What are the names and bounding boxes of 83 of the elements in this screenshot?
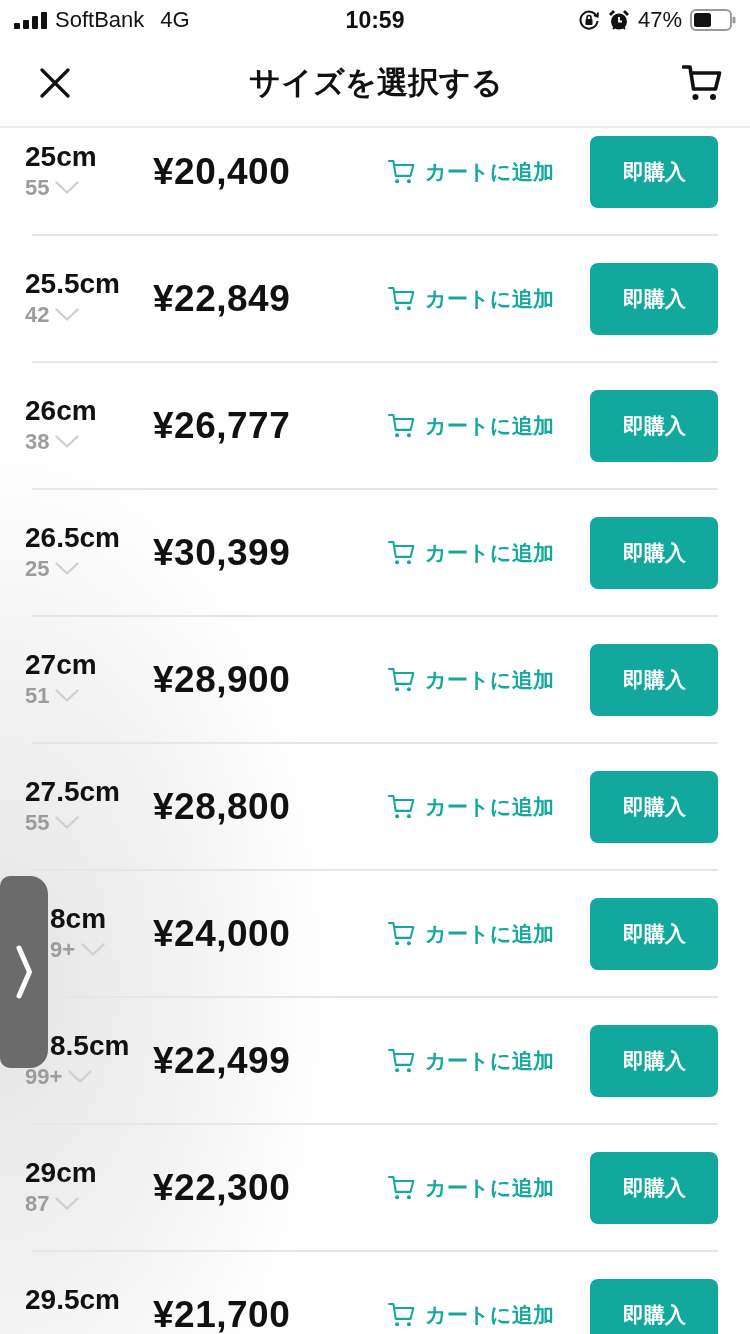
stock-count: 25 (25, 554, 50, 583)
chevron-down-icon[interactable] (55, 1197, 80, 1210)
add-to-cart-link[interactable]: カートに追加 (388, 919, 590, 948)
cart-icon (388, 285, 415, 312)
cart-icon (388, 793, 415, 820)
page-title: サイズを選択する (248, 64, 504, 102)
add-to-cart-link[interactable]: カートに追加 (388, 538, 590, 567)
cart-icon (682, 64, 722, 102)
cart-icon (388, 1047, 415, 1074)
price: ¥26,777 (153, 407, 291, 444)
price: ¥28,900 (153, 661, 291, 698)
cart-icon (388, 666, 415, 693)
price: ¥24,000 (153, 915, 291, 952)
price: ¥28,800 (153, 788, 291, 825)
chevron-right-icon (15, 944, 33, 1000)
side-handle[interactable] (0, 876, 48, 1068)
buy-now-button[interactable]: 即購入 (590, 1278, 718, 1334)
size-label: 29.5cm (25, 1283, 120, 1316)
add-to-cart-link[interactable]: カートに追加 (388, 1300, 590, 1329)
network-type: 4G (160, 7, 190, 33)
price: ¥30,399 (153, 534, 291, 571)
cart-icon (388, 920, 415, 947)
price: ¥22,849 (153, 280, 291, 317)
battery-percent: 47% (637, 7, 682, 33)
size-label: 29cm (25, 1156, 97, 1189)
buy-now-button[interactable]: 即購入 (590, 1024, 718, 1097)
buy-now-button[interactable]: 即購入 (590, 770, 718, 843)
cart-icon (388, 1301, 415, 1328)
stock-count: 42 (25, 300, 50, 329)
buy-now-button[interactable]: 即購入 (590, 516, 718, 589)
chevron-down-icon[interactable] (55, 435, 80, 448)
size-label: 27.5cm (25, 775, 120, 808)
price: ¥22,499 (153, 1042, 291, 1079)
price: ¥21,700 (153, 1296, 291, 1333)
buy-now-button[interactable]: 即購入 (590, 262, 718, 335)
size-label: 26cm (25, 394, 97, 427)
add-to-cart-link[interactable]: カートに追加 (388, 1173, 590, 1202)
cart-icon (388, 158, 415, 185)
buy-now-button[interactable]: 即購入 (590, 1151, 718, 1224)
chevron-down-icon[interactable] (55, 689, 80, 702)
add-to-cart-link[interactable]: カートに追加 (388, 157, 590, 186)
stock-count: 99+ (25, 1062, 63, 1091)
cart-icon (388, 1174, 415, 1201)
price: ¥22,300 (153, 1169, 291, 1206)
chevron-down-icon[interactable] (55, 562, 80, 575)
chevron-down-icon[interactable] (68, 1070, 93, 1083)
battery-icon (690, 9, 736, 31)
carrier-name: SoftBank (55, 7, 145, 33)
chevron-down-icon[interactable] (55, 816, 80, 829)
cart-button[interactable] (682, 64, 722, 102)
close-button[interactable] (40, 68, 70, 98)
cart-icon (388, 539, 415, 566)
chevron-down-icon[interactable] (55, 181, 80, 194)
stock-count: 87 (25, 1189, 50, 1218)
signal-icon (14, 11, 47, 29)
size-label: 8.5cm (50, 1029, 130, 1062)
size-label: 8cm (50, 902, 107, 935)
add-to-cart-link[interactable]: カートに追加 (388, 284, 590, 313)
buy-now-button[interactable]: 即購入 (590, 897, 718, 970)
chevron-down-icon[interactable] (81, 943, 106, 956)
buy-now-button[interactable]: 即購入 (590, 389, 718, 462)
stock-count: 38 (25, 427, 50, 456)
cart-icon (388, 412, 415, 439)
size-label: 26.5cm (25, 521, 120, 554)
orientation-lock-icon (577, 9, 600, 31)
size-label: 25cm (25, 140, 97, 173)
add-to-cart-link[interactable]: カートに追加 (388, 1046, 590, 1075)
size-label: 25.5cm (25, 267, 120, 300)
add-to-cart-link[interactable]: カートに追加 (388, 411, 590, 440)
size-label: 27cm (25, 648, 97, 681)
alarm-clock-icon (607, 9, 630, 31)
close-icon (40, 68, 70, 98)
price: ¥20,400 (153, 153, 291, 190)
buy-now-button[interactable]: 即購入 (590, 135, 718, 208)
chevron-down-icon[interactable] (55, 308, 80, 321)
add-to-cart-link[interactable]: カートに追加 (388, 665, 590, 694)
add-to-cart-link[interactable]: カートに追加 (388, 792, 590, 821)
stock-count: 55 (25, 808, 50, 837)
stock-count: 55 (25, 173, 50, 202)
stock-count: 9+ (50, 935, 76, 964)
stock-count: 51 (25, 681, 50, 710)
buy-now-button[interactable]: 即購入 (590, 643, 718, 716)
clock-time: 10:59 (345, 6, 405, 34)
